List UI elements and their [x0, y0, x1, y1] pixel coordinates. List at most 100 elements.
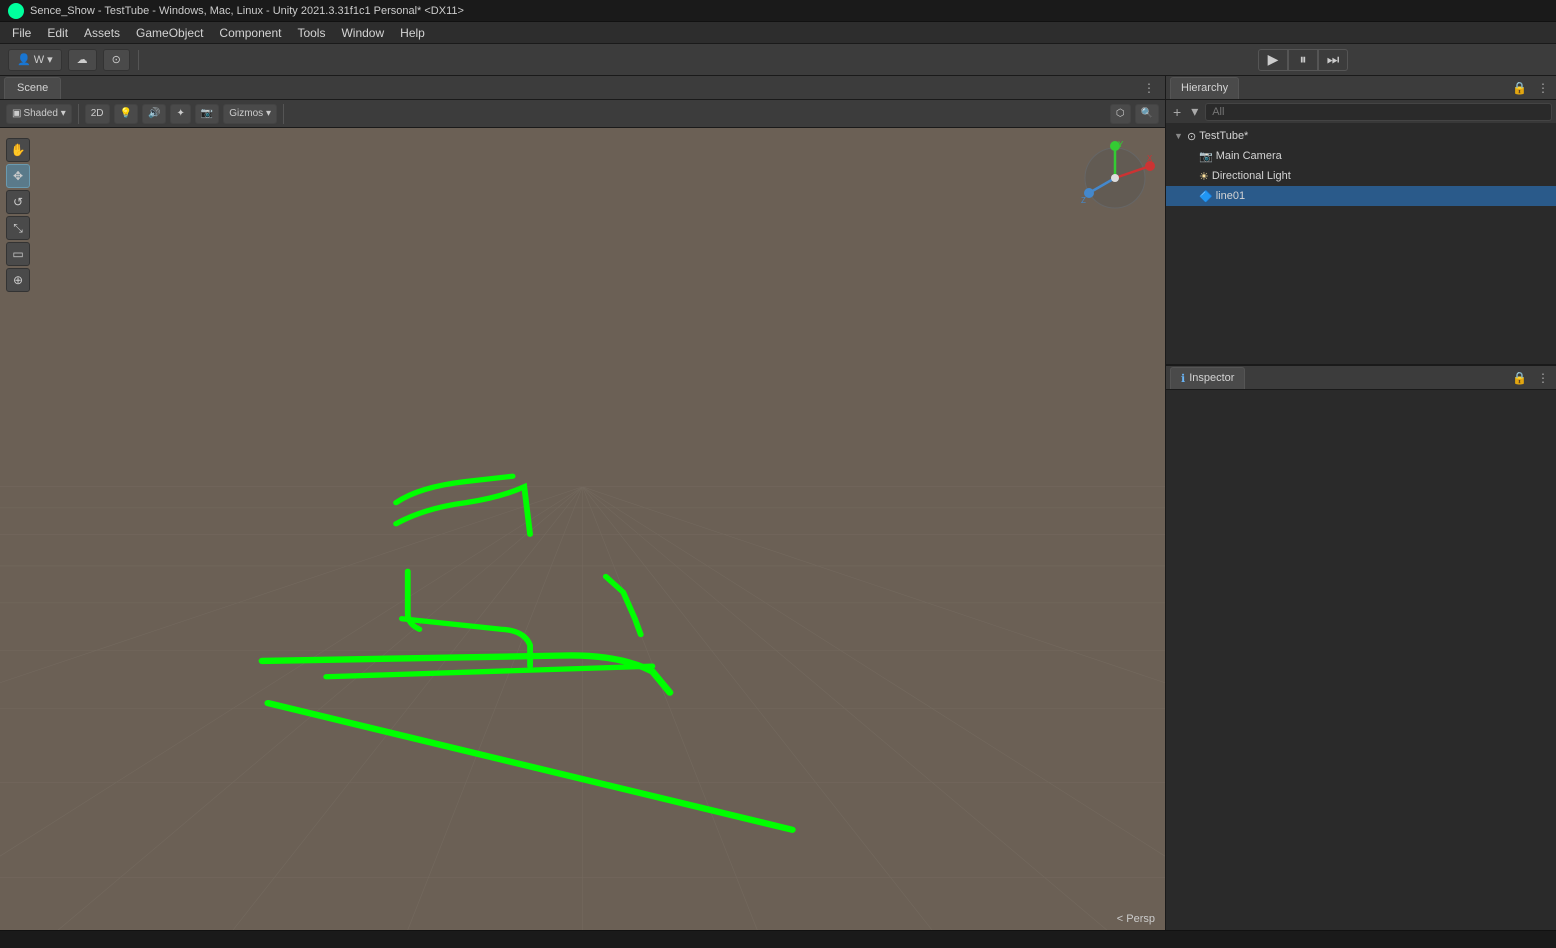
- collab-icon: ⊙: [112, 53, 121, 66]
- hierarchy-content: ▼ ⊙ TestTube* 📷 Main Camera ☀ Directiona…: [1166, 124, 1556, 364]
- menu-window[interactable]: Window: [333, 24, 392, 42]
- hierarchy-tab-icons: 🔒 ⋮: [1509, 81, 1552, 95]
- inspector-content: [1166, 390, 1556, 930]
- title-text: Sence_Show - TestTube - Windows, Mac, Li…: [30, 5, 464, 17]
- hierarchy-search-input[interactable]: [1205, 103, 1552, 121]
- tool-icons-panel: ✋ ✥ ↺ ⤡ ▭ ⊕: [6, 138, 30, 292]
- grid-canvas: [0, 128, 1165, 930]
- render-icon: ⬡: [1116, 108, 1125, 119]
- rect-tool[interactable]: ▭: [6, 242, 30, 266]
- hand-tool[interactable]: ✋: [6, 138, 30, 162]
- scene-camera-button[interactable]: 📷: [195, 104, 219, 124]
- hierarchy-tab-label: Hierarchy: [1181, 82, 1228, 94]
- svg-text:Y: Y: [1118, 140, 1124, 149]
- scale-tool[interactable]: ⤡: [6, 216, 30, 240]
- scene-gizmo[interactable]: X Y Z: [1075, 138, 1155, 218]
- hierarchy-item-directional-light[interactable]: ☀ Directional Light: [1166, 166, 1556, 186]
- gizmos-label: Gizmos ▾: [229, 108, 271, 119]
- status-bar: [0, 930, 1556, 948]
- search-icon: 🔍: [1141, 108, 1153, 119]
- hierarchy-item-label: TestTube*: [1199, 130, 1248, 142]
- svg-text:X: X: [1147, 154, 1153, 163]
- shading-icon: ▣: [12, 108, 21, 119]
- scene-toolbar-sep2: [283, 104, 284, 124]
- scene-tab[interactable]: Scene: [4, 77, 61, 99]
- light-icon: ☀: [1199, 170, 1209, 183]
- unity-logo-icon: [8, 3, 24, 19]
- scene-tab-label: Scene: [17, 82, 48, 94]
- expand-arrow-icon: ▼: [1174, 131, 1184, 141]
- effects-icon: ✦: [176, 108, 184, 119]
- scene-search-button[interactable]: 🔍: [1135, 104, 1159, 124]
- hierarchy-lock-icon[interactable]: 🔒: [1509, 81, 1530, 95]
- scene-camera-icon: 📷: [201, 108, 213, 119]
- hierarchy-item-label: Directional Light: [1212, 170, 1291, 182]
- scene-toolbar-sep1: [78, 104, 79, 124]
- play-button[interactable]: ▶: [1258, 49, 1288, 71]
- scene-viewport[interactable]: ✋ ✥ ↺ ⤡ ▭ ⊕ X Y: [0, 128, 1165, 930]
- perspective-label: < Persp: [1117, 913, 1155, 925]
- pause-button[interactable]: ⏸: [1288, 49, 1318, 71]
- hierarchy-item-label: line01: [1216, 190, 1245, 202]
- title-bar: Sence_Show - TestTube - Windows, Mac, Li…: [0, 0, 1556, 22]
- move-tool[interactable]: ✥: [6, 164, 30, 188]
- scene-icon: ⊙: [1187, 130, 1196, 143]
- hierarchy-item-testtube[interactable]: ▼ ⊙ TestTube*: [1166, 126, 1556, 146]
- inspector-tab-bar: ℹ Inspector 🔒 ⋮: [1166, 366, 1556, 390]
- menu-assets[interactable]: Assets: [76, 24, 128, 42]
- lighting-button[interactable]: 💡: [114, 104, 138, 124]
- hierarchy-menu-icon[interactable]: ⋮: [1534, 81, 1552, 95]
- right-panels: Hierarchy 🔒 ⋮ + ▾ ▼ ⊙ TestTube*: [1166, 76, 1556, 930]
- hierarchy-item-label: Main Camera: [1216, 150, 1282, 162]
- hierarchy-tab-bar: Hierarchy 🔒 ⋮: [1166, 76, 1556, 100]
- shading-mode-button[interactable]: ▣ Shaded ▾: [6, 104, 72, 124]
- hierarchy-add-button[interactable]: +: [1170, 104, 1184, 120]
- render-mode-button[interactable]: ⬡: [1110, 104, 1131, 124]
- menu-edit[interactable]: Edit: [39, 24, 76, 42]
- inspector-tab[interactable]: ℹ Inspector: [1170, 367, 1245, 389]
- scene-panel-menu-icon[interactable]: ⋮: [1137, 81, 1161, 95]
- menu-component[interactable]: Component: [211, 24, 289, 42]
- menu-bar: File Edit Assets GameObject Component To…: [0, 22, 1556, 44]
- hierarchy-panel: Hierarchy 🔒 ⋮ + ▾ ▼ ⊙ TestTube*: [1166, 76, 1556, 366]
- lighting-icon: 💡: [120, 108, 132, 119]
- scene-tab-bar: Scene ⋮: [0, 76, 1165, 100]
- scene-toolbar: ▣ Shaded ▾ 2D 💡 🔊 ✦ 📷 Gizmos ▾: [0, 100, 1165, 128]
- hierarchy-dropdown-button[interactable]: ▾: [1188, 103, 1201, 120]
- cloud-icon: ☁: [77, 53, 88, 66]
- effects-button[interactable]: ✦: [170, 104, 190, 124]
- menu-help[interactable]: Help: [392, 24, 433, 42]
- inspector-lock-icon[interactable]: 🔒: [1509, 371, 1530, 385]
- menu-tools[interactable]: Tools: [289, 24, 333, 42]
- inspector-tab-icons: 🔒 ⋮: [1509, 371, 1552, 385]
- 2d-label: 2D: [91, 108, 104, 119]
- inspector-panel: ℹ Inspector 🔒 ⋮: [1166, 366, 1556, 930]
- menu-gameobject[interactable]: GameObject: [128, 24, 211, 42]
- toolbar-separator-1: [138, 50, 139, 70]
- rotate-tool[interactable]: ↺: [6, 190, 30, 214]
- hierarchy-item-line01[interactable]: 🔷 line01: [1166, 186, 1556, 206]
- camera-icon: 📷: [1199, 150, 1213, 163]
- gizmos-button[interactable]: Gizmos ▾: [223, 104, 277, 124]
- main-layout: Scene ⋮ ▣ Shaded ▾ 2D 💡 🔊 ✦ �: [0, 76, 1556, 930]
- play-controls: ▶ ⏸ ⏭: [1258, 49, 1348, 71]
- step-button[interactable]: ⏭: [1318, 49, 1348, 71]
- cloud-button[interactable]: ☁: [68, 49, 97, 71]
- inspector-info-icon: ℹ: [1181, 372, 1185, 385]
- menu-file[interactable]: File: [4, 24, 39, 42]
- transform-tool[interactable]: ⊕: [6, 268, 30, 292]
- shading-label: Shaded ▾: [23, 108, 65, 119]
- audio-icon: 🔊: [148, 108, 160, 119]
- inspector-menu-icon[interactable]: ⋮: [1534, 371, 1552, 385]
- account-label: W ▾: [34, 53, 53, 66]
- collab-button[interactable]: ⊙: [103, 49, 130, 71]
- hierarchy-tab[interactable]: Hierarchy: [1170, 77, 1239, 99]
- audio-button[interactable]: 🔊: [142, 104, 166, 124]
- object-icon: 🔷: [1199, 190, 1213, 203]
- hierarchy-item-maincamera[interactable]: 📷 Main Camera: [1166, 146, 1556, 166]
- 2d-button[interactable]: 2D: [85, 104, 110, 124]
- scene-panel: Scene ⋮ ▣ Shaded ▾ 2D 💡 🔊 ✦ �: [0, 76, 1166, 930]
- account-button[interactable]: 👤 W ▾: [8, 49, 62, 71]
- account-icon: 👤: [17, 53, 31, 66]
- inspector-tab-label: Inspector: [1189, 372, 1234, 384]
